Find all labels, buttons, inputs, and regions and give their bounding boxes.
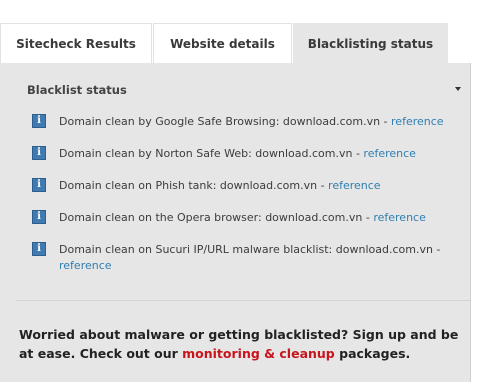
tab-website-details[interactable]: Website details xyxy=(153,23,292,63)
cta-text-after: packages. xyxy=(334,346,411,361)
row-text-container: Domain clean on Sucuri IP/URL malware bl… xyxy=(59,242,444,274)
reference-link[interactable]: reference xyxy=(328,179,381,192)
row-text-container: Domain clean by Google Safe Browsing: do… xyxy=(59,114,459,130)
row-text: Domain clean by Norton Safe Web: downloa… xyxy=(59,147,353,160)
row-separator: - xyxy=(432,243,441,256)
row-text: Domain clean on the Opera browser: downl… xyxy=(59,211,363,224)
row-text: Domain clean on Phish tank: download.com… xyxy=(59,179,318,192)
tab-bar: Sitecheck Results Website details Blackl… xyxy=(0,23,448,63)
reference-link[interactable]: reference xyxy=(373,211,426,224)
section-title: Blacklist status xyxy=(27,83,127,97)
info-icon: i xyxy=(32,178,46,192)
info-icon: i xyxy=(32,146,46,160)
row-text: Domain clean on Sucuri IP/URL malware bl… xyxy=(59,243,433,256)
caret-down-icon[interactable] xyxy=(455,87,461,91)
row-separator: - xyxy=(380,115,392,128)
info-icon: i xyxy=(32,242,46,256)
row-separator: - xyxy=(317,179,329,192)
row-separator: - xyxy=(362,211,374,224)
row-separator: - xyxy=(352,147,364,160)
row-text: Domain clean by Google Safe Browsing: do… xyxy=(59,115,381,128)
row-text-container: Domain clean on Phish tank: download.com… xyxy=(59,178,459,194)
divider xyxy=(16,300,470,301)
info-icon: i xyxy=(32,210,46,224)
section-header[interactable]: Blacklist status xyxy=(27,83,461,99)
tab-blacklisting-status[interactable]: Blacklisting status xyxy=(293,23,448,63)
reference-link[interactable]: reference xyxy=(363,147,416,160)
row-text-container: Domain clean on the Opera browser: downl… xyxy=(59,210,459,226)
cta-message: Worried about malware or getting blackli… xyxy=(19,325,459,363)
blacklist-panel: Blacklist status i Domain clean by Googl… xyxy=(0,63,471,382)
tab-sitecheck-results[interactable]: Sitecheck Results xyxy=(0,23,152,63)
info-icon: i xyxy=(32,114,46,128)
monitoring-cleanup-link[interactable]: monitoring & cleanup xyxy=(182,346,335,361)
row-text-container: Domain clean by Norton Safe Web: downloa… xyxy=(59,146,459,162)
reference-link[interactable]: reference xyxy=(391,115,444,128)
reference-link[interactable]: reference xyxy=(59,259,112,272)
